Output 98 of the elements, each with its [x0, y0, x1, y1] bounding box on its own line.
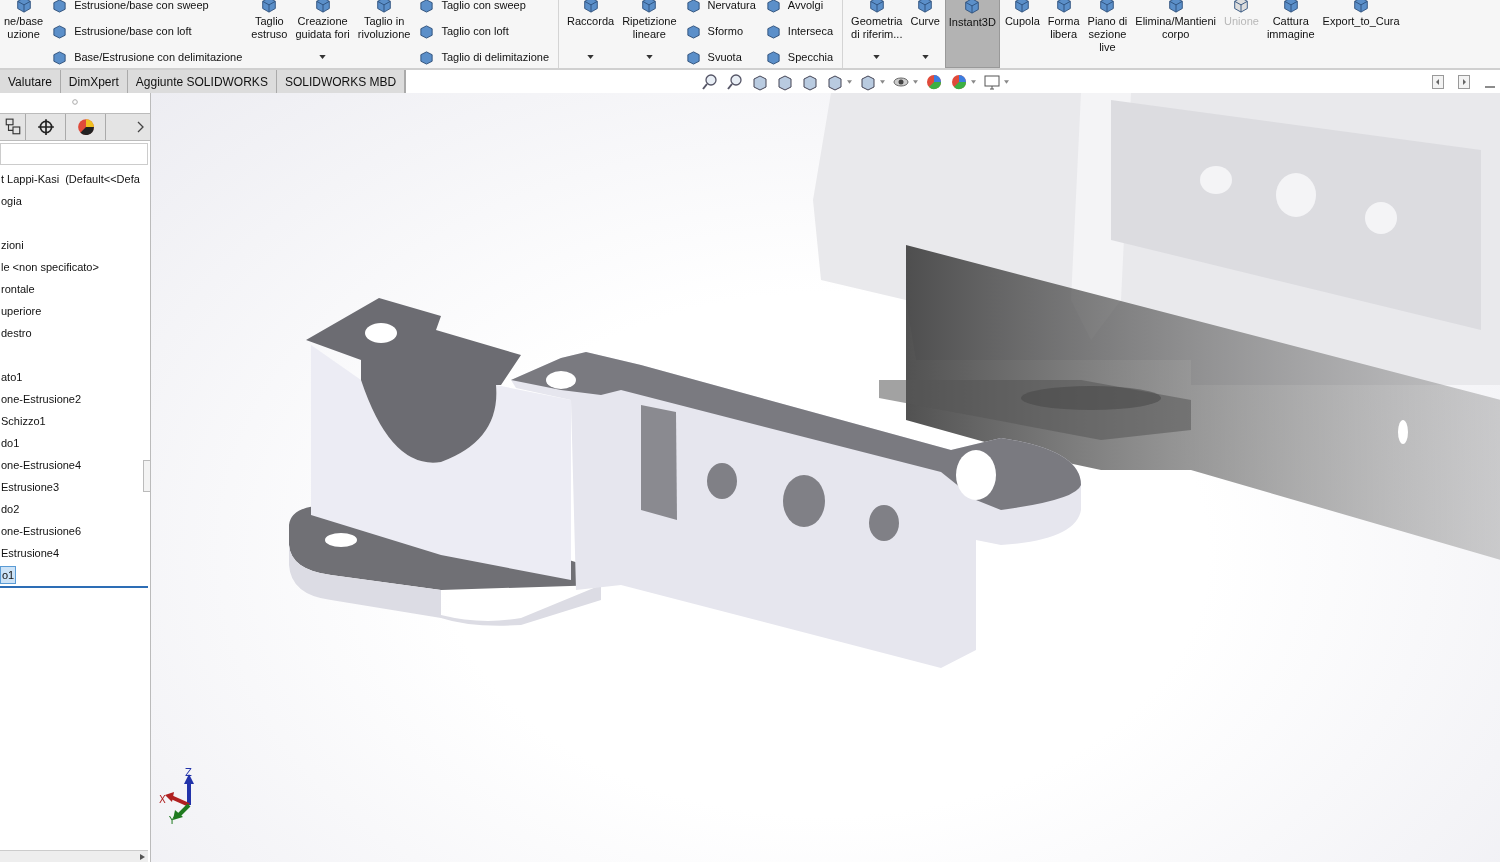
feature-icon: [1098, 0, 1117, 13]
feature-icon: [375, 0, 394, 13]
feature-icon: [685, 23, 701, 39]
ribbon-button[interactable]: Instant3D: [944, 0, 1000, 68]
ribbon-button[interactable]: Estrusione/base con loft: [50, 18, 245, 44]
ribbon-button[interactable]: Sformo: [683, 18, 758, 44]
ribbon-button[interactable]: Base/Estrusione con delimitazione: [50, 44, 245, 68]
caret-icon[interactable]: [913, 79, 919, 84]
feature-icon: [765, 23, 781, 39]
tree-item[interactable]: Estrusione3: [0, 479, 61, 495]
tree-item[interactable]: le <non specificato>: [0, 259, 100, 275]
tree-item[interactable]: o1: [0, 566, 17, 584]
tree-item[interactable]: do2: [0, 501, 21, 517]
scene-icon[interactable]: [950, 72, 969, 91]
feature-icon: [685, 49, 701, 65]
feature-icon: [1166, 0, 1185, 13]
tree-item[interactable]: one-Estrusione2: [0, 391, 83, 407]
zoom-to-fit-icon[interactable]: [701, 72, 720, 91]
caret-icon[interactable]: [880, 79, 886, 84]
resize-handle-icon[interactable]: [72, 99, 78, 105]
feature-icon: [1352, 0, 1371, 13]
tree-item[interactable]: t Lappi-Kasi (Default<<Defa: [0, 171, 141, 187]
chevron-right-icon[interactable]: [136, 121, 144, 133]
tree-item[interactable]: zioni: [0, 237, 25, 253]
tree-item[interactable]: do1: [0, 435, 21, 451]
feature-icon: [260, 0, 279, 13]
feature-icon: [1281, 0, 1300, 13]
feature-icon: [1054, 0, 1073, 13]
ribbon-button[interactable]: Piano di sezione live: [1084, 0, 1131, 68]
feature-icon: [963, 0, 982, 14]
panel-right-icon[interactable]: [1458, 74, 1470, 89]
ribbon-button[interactable]: Taglio di delimitazione: [417, 44, 552, 68]
zoom-area-icon[interactable]: [726, 72, 745, 91]
feature-icon: [52, 23, 68, 39]
ribbon-button[interactable]: ne/base uzione: [1, 0, 47, 68]
axis-label: Z: [185, 767, 192, 778]
feature-icon: [765, 0, 781, 13]
axis-label: X: [159, 794, 166, 805]
appearance-icon: [76, 118, 95, 136]
caret-icon[interactable]: [847, 79, 853, 84]
ribbon-button[interactable]: Cattura immagine: [1263, 0, 1318, 68]
crosshair-icon: [36, 118, 55, 136]
feature-icon: [52, 0, 68, 13]
ribbon-button[interactable]: Interseca: [763, 18, 836, 44]
ribbon-button[interactable]: Taglio con sweep: [417, 0, 552, 18]
tree-item[interactable]: Estrusione4: [0, 545, 61, 561]
ribbon-button[interactable]: Avvolgi: [763, 0, 836, 18]
ribbon-button[interactable]: Elimina/Mantieni corpo: [1132, 0, 1219, 68]
ribbon-button[interactable]: Specchia: [763, 44, 836, 68]
feature-icon: [419, 49, 435, 65]
ribbon-button[interactable]: Ripetizione lineare: [619, 0, 680, 68]
ribbon-button[interactable]: Geometria di riferim...: [848, 0, 906, 68]
tree-item[interactable]: ogia: [0, 193, 23, 209]
tree-item[interactable]: one-Estrusione4: [0, 457, 83, 473]
ribbon-button[interactable]: Taglio in rivoluzione: [354, 0, 414, 68]
feature-icon: [581, 0, 600, 13]
tree-item[interactable]: one-Estrusione6: [0, 523, 83, 539]
scroll-arrow-icon[interactable]: [140, 853, 145, 860]
ribbon-tab[interactable]: SOLIDWORKS MBD: [276, 70, 406, 93]
feature-icon: [14, 0, 33, 13]
caret-icon[interactable]: [971, 79, 977, 84]
feature-icon: [685, 0, 701, 13]
ribbon-button[interactable]: Cupola: [1001, 0, 1043, 68]
tree-item[interactable]: rontale: [0, 281, 36, 297]
ribbon-button[interactable]: Svuota: [683, 44, 758, 68]
ribbon-button[interactable]: Export_to_Cura: [1319, 0, 1403, 68]
ribbon-button[interactable]: Nervatura: [683, 0, 758, 18]
feature-icon: [640, 0, 659, 13]
ribbon-button[interactable]: Forma libera: [1044, 0, 1083, 68]
monitor-icon[interactable]: [983, 72, 1002, 91]
ribbon-tab[interactable]: DimXpert: [60, 70, 128, 93]
filter-field[interactable]: [0, 143, 148, 165]
feature-icon: [867, 0, 886, 13]
ribbon-button[interactable]: Estrusione/base con sweep: [50, 0, 245, 18]
tree-item[interactable]: Schizzo1: [0, 413, 47, 429]
appearance-icon[interactable]: [925, 72, 944, 91]
feature-icon: [419, 23, 435, 39]
feature-icon: [1232, 0, 1251, 13]
config-tree-icon: [3, 118, 22, 136]
tree-item[interactable]: destro: [0, 325, 33, 341]
feature-icon: [916, 0, 935, 13]
feature-icon: [1013, 0, 1032, 13]
tree-item[interactable]: ato1: [0, 369, 24, 385]
feature-icon: [765, 49, 781, 65]
ribbon-button[interactable]: Raccorda: [564, 0, 618, 68]
tree-item[interactable]: uperiore: [0, 303, 43, 319]
feature-icon: [419, 0, 435, 13]
panel-left-icon[interactable]: [1432, 74, 1444, 89]
feature-icon: [313, 0, 332, 13]
scrollbar[interactable]: [0, 850, 148, 862]
ribbon-button[interactable]: Curve: [907, 0, 943, 68]
ribbon-tab[interactable]: Aggiunte SOLIDWORKS: [127, 70, 277, 93]
ribbon-tab[interactable]: Valutare: [0, 70, 61, 93]
ribbon-button[interactable]: Taglio estruso: [248, 0, 291, 68]
ribbon-button[interactable]: Creazione guidata fori: [292, 0, 353, 68]
ribbon-button[interactable]: Taglio con loft: [417, 18, 552, 44]
feature-icon: [52, 49, 68, 65]
caret-icon[interactable]: [1004, 79, 1010, 84]
